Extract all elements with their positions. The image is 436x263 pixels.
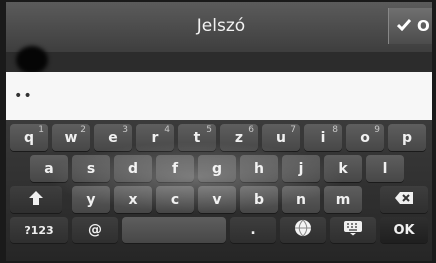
key-o-label: o (360, 129, 370, 146)
key-c-label: c (170, 191, 180, 208)
key-y-label: y (86, 191, 96, 208)
shift-key[interactable] (10, 186, 62, 213)
key-i-label: i (320, 129, 326, 146)
key-number-hint: 9 (374, 125, 380, 135)
key-e-label: e (108, 129, 118, 146)
key-d[interactable]: d (114, 155, 152, 182)
key-number-hint: 4 (164, 125, 170, 135)
header-bar: Jelszó O (6, 2, 432, 52)
backspace-icon (394, 191, 414, 209)
key-z-label: z (234, 129, 244, 146)
key-x-label: x (128, 191, 138, 208)
dot-key[interactable]: . (230, 217, 276, 243)
key-u[interactable]: u7 (262, 124, 300, 151)
key-h[interactable]: h (240, 155, 278, 182)
key-o[interactable]: o9 (346, 124, 384, 151)
key-h-label: h (254, 160, 264, 177)
key-s-label: s (86, 160, 96, 177)
key-f-label: f (171, 160, 179, 177)
at-key-label: @ (88, 222, 102, 238)
dot-key-label: . (250, 222, 256, 238)
backspace-key[interactable] (380, 186, 428, 213)
key-y[interactable]: y (72, 186, 110, 213)
key-r[interactable]: r4 (136, 124, 174, 151)
key-z[interactable]: z6 (220, 124, 258, 151)
key-m-label: m (335, 191, 351, 208)
key-a-label: a (44, 160, 54, 177)
key-v-label: v (212, 191, 222, 208)
key-number-hint: 2 (80, 125, 86, 135)
ok-key[interactable]: OK (380, 217, 428, 243)
key-g[interactable]: g (198, 155, 236, 182)
key-p[interactable]: p (388, 124, 426, 151)
key-k-label: k (338, 160, 348, 177)
key-i[interactable]: i8 (304, 124, 342, 151)
check-icon (396, 17, 412, 35)
key-s[interactable]: s (72, 155, 110, 182)
key-u-label: u (276, 129, 286, 146)
key-f[interactable]: f (156, 155, 194, 182)
key-j[interactable]: j (282, 155, 320, 182)
key-r-label: r (151, 129, 159, 146)
onscreen-keyboard: q 1 w 2 e 3 r 4 t 5 z 6 u 7 i 8 o 9 p a s d f g h j k l y x c v b n m ?123 @… (6, 120, 432, 261)
password-value: •• (14, 88, 33, 104)
key-number-hint: 7 (290, 125, 296, 135)
symbols-key[interactable]: ?123 (10, 217, 68, 243)
keyboard-icon (343, 220, 363, 240)
key-b[interactable]: b (240, 186, 278, 213)
space-key[interactable] (122, 217, 226, 243)
key-c[interactable]: c (156, 186, 194, 213)
key-b-label: b (253, 191, 265, 208)
key-t-label: t (193, 129, 201, 146)
key-p-label: p (401, 129, 413, 146)
key-d-label: d (127, 160, 139, 177)
key-number-hint: 8 (332, 125, 338, 135)
ok-key-label: OK (393, 222, 415, 238)
key-e[interactable]: e3 (94, 124, 132, 151)
finger-smudge (16, 46, 48, 74)
key-q[interactable]: q1 (10, 124, 48, 151)
key-n-label: n (296, 191, 306, 208)
shift-icon (28, 190, 44, 210)
page-title: Jelszó (196, 16, 246, 36)
key-l-label: l (382, 160, 388, 177)
key-q-label: q (23, 129, 35, 146)
hide-keyboard-key[interactable] (330, 217, 376, 243)
key-a[interactable]: a (30, 155, 68, 182)
key-x[interactable]: x (114, 186, 152, 213)
key-number-hint: 5 (206, 125, 212, 135)
confirm-button[interactable]: O (388, 8, 432, 44)
key-g-label: g (211, 160, 223, 177)
key-k[interactable]: k (324, 155, 362, 182)
key-m[interactable]: m (324, 186, 362, 213)
key-w[interactable]: w2 (52, 124, 90, 151)
key-v[interactable]: v (198, 186, 236, 213)
globe-icon (294, 219, 312, 241)
key-number-hint: 6 (248, 125, 254, 135)
symbols-key-label: ?123 (24, 223, 54, 237)
confirm-label: O (417, 17, 430, 35)
key-n[interactable]: n (282, 186, 320, 213)
key-w-label: w (64, 129, 78, 146)
key-number-hint: 3 (122, 125, 128, 135)
key-number-hint: 1 (38, 125, 44, 135)
key-l[interactable]: l (366, 155, 404, 182)
password-field[interactable] (6, 72, 432, 120)
key-j-label: j (298, 160, 304, 177)
key-t[interactable]: t5 (178, 124, 216, 151)
language-key[interactable] (280, 217, 326, 243)
at-key[interactable]: @ (72, 217, 118, 243)
app-window: Jelszó O •• q1w2e3r4t5z6u7i8o9pasdfghjkl… (6, 2, 432, 261)
